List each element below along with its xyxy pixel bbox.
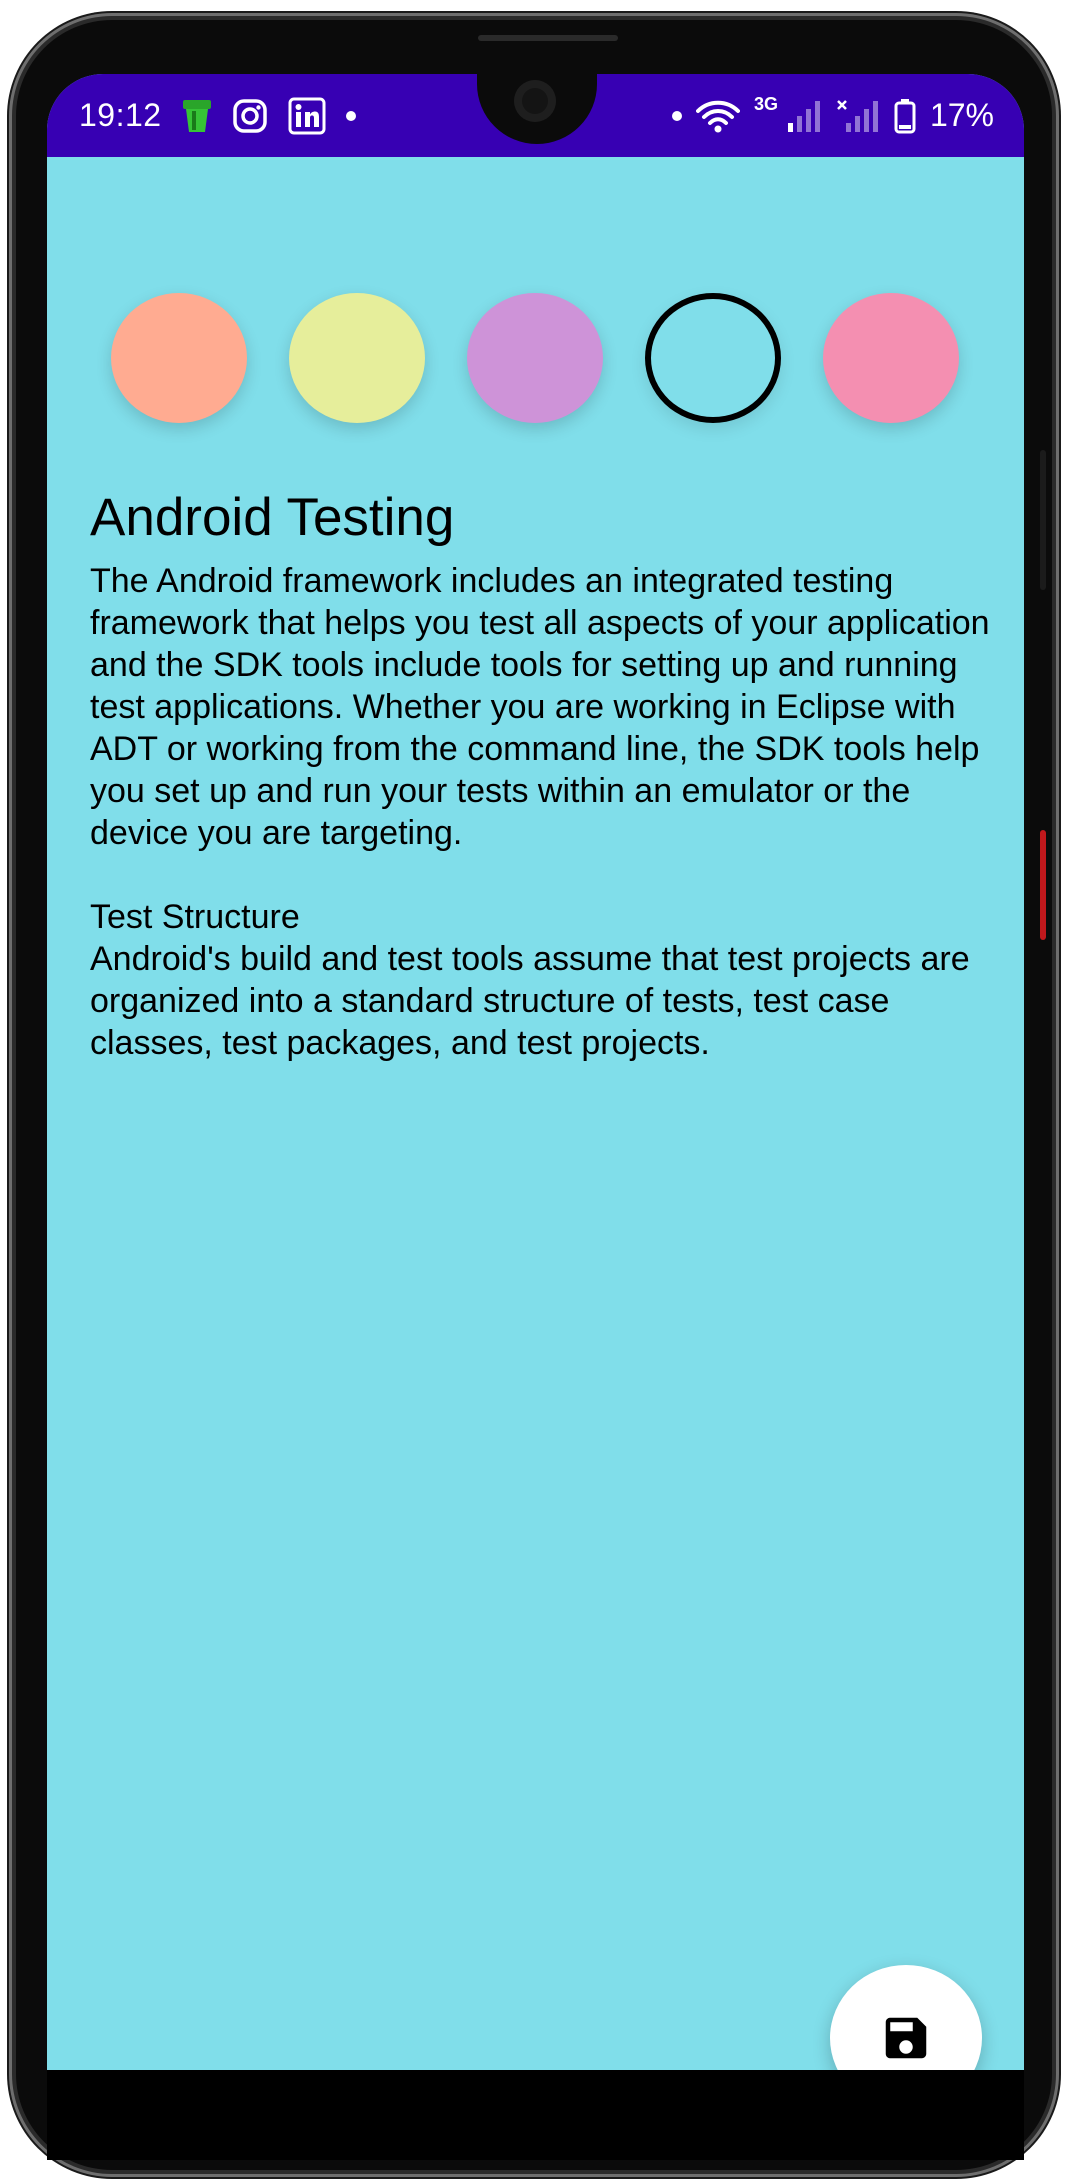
- navigation-bar-area: [47, 2070, 1024, 2160]
- color-swatch-orange[interactable]: [111, 293, 247, 423]
- power-button: [1040, 450, 1046, 590]
- front-camera: [514, 80, 556, 122]
- note-title-field[interactable]: Android Testing: [90, 487, 990, 548]
- app-screen: 19:12 3G 17% Android Testing The Android…: [47, 74, 1024, 2070]
- status-time: 19:12: [79, 97, 162, 133]
- status-right-group: 3G 17%: [671, 74, 994, 157]
- color-swatch-purple[interactable]: [467, 293, 603, 423]
- color-swatch-yellow[interactable]: [289, 293, 425, 423]
- color-picker: [111, 293, 971, 429]
- color-swatch-cyan[interactable]: [645, 293, 781, 423]
- bucket-app-icon: [182, 97, 212, 135]
- save-note-button[interactable]: [830, 1965, 982, 2070]
- note-editor: Android Testing The Android framework in…: [47, 157, 1024, 2070]
- wifi-icon: [695, 99, 740, 133]
- linkedin-icon: [288, 97, 326, 135]
- battery-percent: 17%: [929, 97, 994, 133]
- status-bar: 19:12 3G 17%: [47, 74, 1024, 157]
- color-swatch-pink[interactable]: [823, 293, 959, 423]
- save-icon: [879, 2011, 933, 2065]
- notification-dot: [671, 110, 682, 121]
- note-content-field[interactable]: The Android framework includes an integr…: [90, 560, 1000, 1064]
- battery-icon: [894, 98, 916, 134]
- earpiece-speaker: [478, 35, 618, 41]
- accent-key: [1040, 830, 1046, 940]
- instagram-icon: [232, 98, 268, 134]
- network-type-label: 3G: [753, 94, 778, 114]
- signal-icon: [786, 99, 822, 133]
- signal-no-service-icon: [836, 99, 880, 133]
- status-left-group: 19:12: [79, 74, 356, 157]
- notification-dot: [345, 110, 356, 121]
